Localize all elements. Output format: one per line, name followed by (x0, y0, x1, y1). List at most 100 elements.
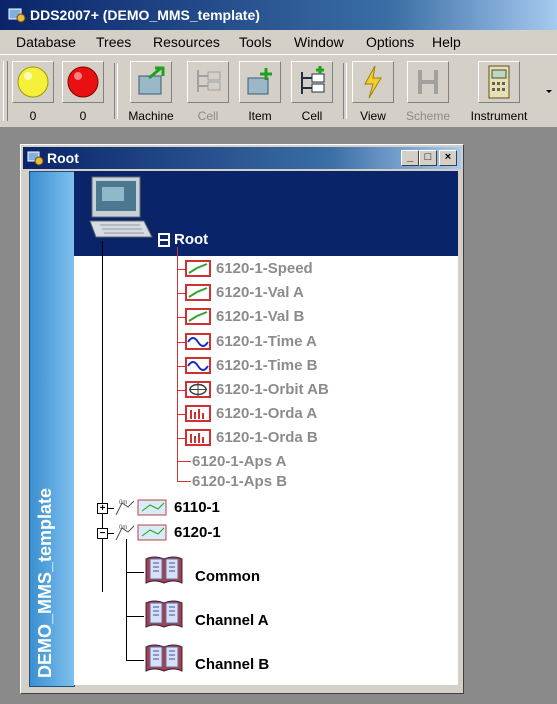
menu-options[interactable]: Options (366, 34, 414, 50)
channel-label[interactable]: 6120-1-Val B (216, 308, 304, 325)
root-window: Root _ □ × DEMO_MMS_template Root 6120-1… (20, 144, 464, 694)
channel-label[interactable]: 6120-1-Orda A (216, 405, 317, 422)
tree-connector (126, 539, 127, 660)
item-button[interactable]: Item (236, 59, 284, 125)
cell-tree-disabled-icon (187, 61, 229, 103)
cell-button[interactable]: Cell (288, 59, 336, 125)
tree-connector (177, 390, 185, 391)
app-title: DDS2007+ (DEMO_MMS_template) (30, 7, 260, 23)
yellow-alarm-icon (12, 61, 54, 103)
group-label[interactable]: Channel A (195, 612, 269, 629)
book-icon (145, 556, 183, 584)
channel-label[interactable]: 6120-1-Time B (216, 357, 317, 374)
tree-connector (126, 572, 144, 573)
channel-label[interactable]: 6120-1-Val A (216, 284, 304, 301)
database-side-panel: DEMO_MMS_template (29, 171, 75, 687)
channel-label[interactable]: 6120-1-Aps A (192, 453, 286, 470)
channel-label[interactable]: 6120-1-Orda B (216, 429, 318, 446)
tree-view[interactable]: Root 6120-1-Speed 6120-1-Val A 6120-1-Va… (74, 171, 458, 685)
collapse-toggle[interactable]: − (97, 528, 108, 539)
tree-connector (177, 414, 185, 415)
channel-label[interactable]: 6120-1-Aps B (192, 473, 287, 490)
item-icon (239, 61, 281, 103)
tree-connector (177, 481, 191, 482)
red-alarm-button[interactable]: 0 (60, 59, 106, 125)
tree-connector (177, 269, 185, 270)
yellow-count: 0 (29, 109, 37, 123)
close-button[interactable]: × (439, 150, 457, 166)
menu-help[interactable]: Help (432, 34, 461, 50)
computer-monitor-icon (89, 176, 153, 238)
book-icon (145, 644, 183, 672)
machine-node-icon: 0m (115, 524, 167, 541)
view-button[interactable]: View (350, 59, 396, 125)
menu-window[interactable]: Window (294, 34, 344, 50)
app-titlebar: DDS2007+ (DEMO_MMS_template) (0, 0, 557, 30)
app-icon (8, 8, 26, 23)
channel-label[interactable]: 6120-1-Speed (216, 260, 313, 277)
toolbar-overflow-chevron-icon[interactable] (543, 85, 555, 97)
machine-node-icon: 0m (115, 499, 167, 516)
red-count: 0 (79, 109, 87, 123)
machine-label: Machine (128, 109, 174, 123)
trend-icon (185, 308, 211, 325)
menu-trees[interactable]: Trees (96, 34, 131, 50)
root-window-titlebar[interactable]: Root _ □ × (23, 147, 461, 169)
instrument-button[interactable]: Instrument (460, 59, 538, 125)
red-alarm-icon (62, 61, 104, 103)
view-label: View (360, 109, 386, 123)
maximize-button[interactable]: □ (419, 150, 437, 166)
tree-connector (177, 366, 185, 367)
cell-disabled-button[interactable]: Cell (184, 59, 232, 125)
tree-connector (177, 342, 185, 343)
tree-connector (177, 438, 185, 439)
menu-database[interactable]: Database (16, 34, 76, 50)
tree-connector (177, 317, 185, 318)
lightning-icon (352, 61, 394, 103)
spectrum-icon (185, 429, 211, 446)
toolbar-separator (114, 63, 118, 119)
tree-connector (102, 241, 103, 592)
machine-label[interactable]: 6110-1 (174, 499, 220, 516)
expand-toggle[interactable]: + (97, 503, 108, 514)
tree-connector (177, 293, 185, 294)
item-label: Item (248, 109, 272, 123)
channel-label[interactable]: 6120-1-Orbit AB (216, 381, 329, 398)
scheme-label: Scheme (405, 109, 451, 123)
trend-icon (185, 260, 211, 277)
root-node-label[interactable]: Root (174, 231, 208, 248)
waveform-icon (185, 333, 211, 350)
instrument-icon (478, 61, 520, 103)
svg-text:0m: 0m (119, 525, 127, 531)
tree-connector (177, 461, 191, 462)
waveform-icon (185, 357, 211, 374)
group-label[interactable]: Common (195, 568, 260, 585)
machine-button[interactable]: Machine (124, 59, 178, 125)
cell-tree-icon (291, 61, 333, 103)
toolbar: 0 0 Machine Cell Item Cell View Scheme I… (0, 54, 557, 128)
instrument-label: Instrument (470, 109, 528, 123)
trend-icon (185, 284, 211, 301)
machine-icon (130, 61, 172, 103)
scheme-icon (407, 61, 449, 103)
book-icon (145, 600, 183, 628)
tree-connector (177, 247, 178, 481)
tree-connector (126, 660, 144, 661)
svg-text:0m: 0m (119, 500, 127, 506)
channel-label[interactable]: 6120-1-Time A (216, 333, 317, 350)
minimize-button[interactable]: _ (401, 150, 419, 166)
menu-resources[interactable]: Resources (153, 34, 220, 50)
orbit-icon (185, 381, 211, 398)
database-name-label: DEMO_MMS_template (35, 487, 55, 678)
toolbar-grip[interactable] (3, 61, 8, 121)
machine-label[interactable]: 6120-1 (174, 524, 221, 541)
group-label[interactable]: Channel B (195, 656, 269, 673)
menu-tools[interactable]: Tools (239, 34, 272, 50)
window-app-icon (27, 151, 44, 166)
yellow-alarm-button[interactable]: 0 (10, 59, 56, 125)
root-window-title: Root (47, 150, 79, 166)
cell-label: Cell (301, 109, 323, 123)
scheme-button[interactable]: Scheme (400, 59, 456, 125)
menu-bar: Database Trees Resources Tools Window Op… (0, 31, 557, 53)
database-root-icon (158, 233, 170, 247)
